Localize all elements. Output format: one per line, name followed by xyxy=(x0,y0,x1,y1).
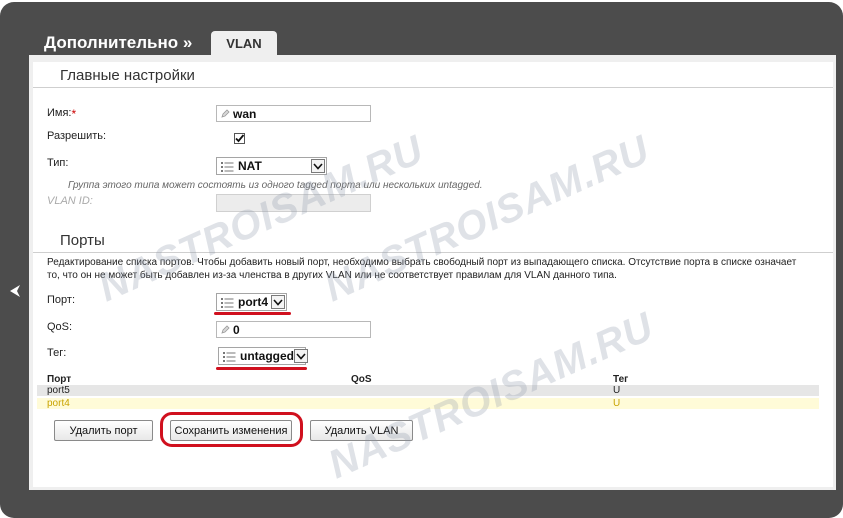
tag-select[interactable]: untagged xyxy=(218,347,308,365)
required-mark: * xyxy=(71,107,77,121)
type-hint: Группа этого типа может состоять из одно… xyxy=(68,180,483,191)
list-icon xyxy=(221,161,234,172)
type-select[interactable]: NAT xyxy=(216,157,327,175)
breadcrumb[interactable]: Дополнительно » xyxy=(44,33,192,53)
column-header-tag: Тег xyxy=(613,374,629,385)
vlan-id-label: VLAN ID: xyxy=(47,195,93,207)
ports-description: Редактирование списка портов. Чтобы доба… xyxy=(47,257,797,281)
main-settings-title: Главные настройки xyxy=(60,67,195,84)
back-arrow-icon[interactable] xyxy=(6,284,24,298)
cell-port: port5 xyxy=(47,385,70,396)
name-label: Имя:* xyxy=(47,107,77,121)
table-row-selected[interactable]: port4 U xyxy=(37,398,819,409)
chevron-down-icon[interactable] xyxy=(311,159,325,173)
cell-tag: U xyxy=(613,398,621,409)
cell-port: port4 xyxy=(47,398,70,409)
type-label: Тип: xyxy=(47,157,69,169)
ports-title: Порты xyxy=(60,232,105,249)
type-value: NAT xyxy=(238,159,262,173)
name-value: wan xyxy=(233,107,257,121)
checkmark-icon xyxy=(235,134,245,143)
port-value: port4 xyxy=(238,295,268,309)
section-divider xyxy=(33,87,833,88)
cell-tag: U xyxy=(613,385,621,396)
pencil-icon xyxy=(221,325,230,334)
port-select[interactable]: port4 xyxy=(216,293,287,311)
delete-port-button[interactable]: Удалить порт xyxy=(54,420,153,441)
delete-vlan-button[interactable]: Удалить VLAN xyxy=(310,420,413,441)
qos-label: QoS: xyxy=(47,321,73,333)
tab-vlan[interactable]: VLAN xyxy=(211,31,277,55)
content-panel: Главные настройки Имя:* wan Разрешить: Т… xyxy=(29,55,836,490)
table-row[interactable]: port5 U xyxy=(37,385,819,396)
tag-value: untagged xyxy=(240,349,294,363)
qos-value: 0 xyxy=(233,323,240,337)
pencil-icon xyxy=(221,109,230,118)
list-icon xyxy=(221,297,234,308)
chevron-down-icon[interactable] xyxy=(294,349,308,363)
enable-label: Разрешить: xyxy=(47,130,107,142)
annotation-oval xyxy=(160,412,303,447)
port-label: Порт: xyxy=(47,294,75,306)
qos-input[interactable]: 0 xyxy=(216,321,371,338)
annotation-underline xyxy=(214,312,291,315)
name-input[interactable]: wan xyxy=(216,105,371,122)
router-frame: Дополнительно » VLAN Главные настройки И… xyxy=(0,2,843,518)
annotation-underline xyxy=(216,367,307,370)
list-icon xyxy=(223,351,236,362)
vlan-id-input xyxy=(216,194,371,212)
chevron-down-icon[interactable] xyxy=(271,295,285,309)
enable-checkbox[interactable] xyxy=(234,133,245,144)
column-header-port: Порт xyxy=(47,374,72,385)
tag-label: Тег: xyxy=(47,347,67,359)
column-header-qos: QoS xyxy=(351,374,372,385)
section-divider xyxy=(33,252,833,253)
settings-form: Главные настройки Имя:* wan Разрешить: Т… xyxy=(33,62,833,487)
